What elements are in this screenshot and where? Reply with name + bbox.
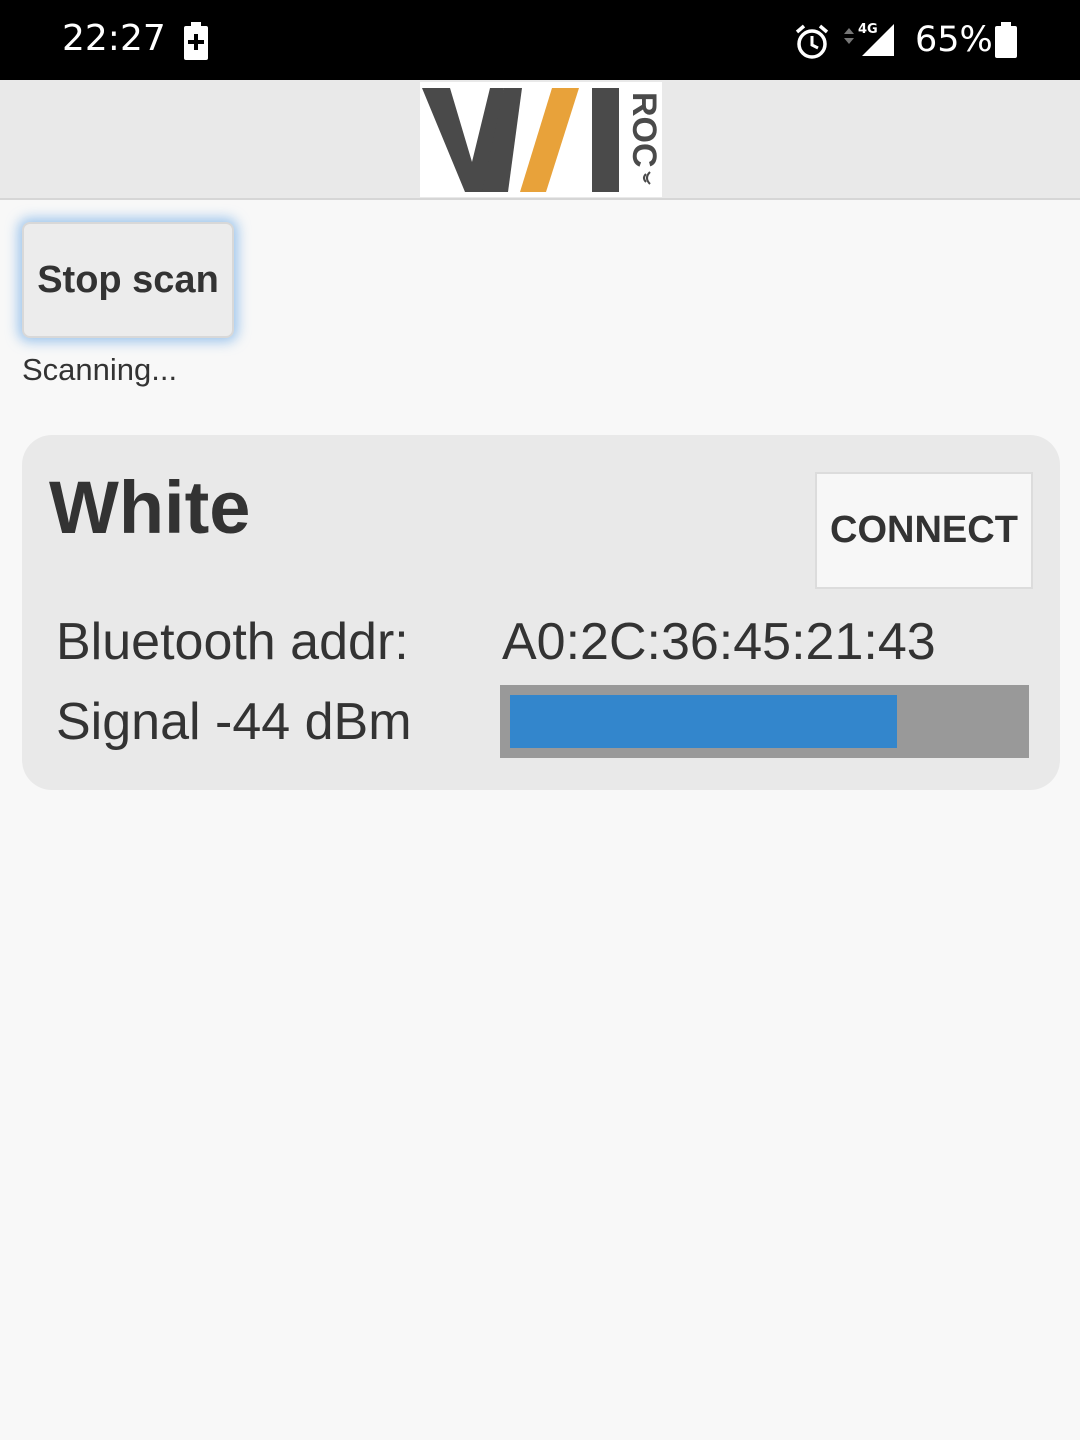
battery-charging-icon: [184, 22, 208, 65]
signal-strength-label: Signal -44 dBm: [56, 693, 412, 751]
scan-status-text: Scanning...: [22, 352, 178, 387]
bluetooth-addr-label: Bluetooth addr:: [56, 613, 409, 671]
bluetooth-addr-value: A0:2C:36:45:21:43: [502, 613, 936, 671]
connect-button[interactable]: CONNECT: [815, 472, 1033, 589]
app-header: ROC: [0, 80, 1080, 200]
device-name: White: [49, 466, 251, 549]
network-type-label: 4G: [858, 22, 878, 37]
status-bar: 22:27 4G 65%: [0, 0, 1080, 80]
signal-strength-fill: [510, 695, 897, 748]
stop-scan-button[interactable]: Stop scan: [22, 222, 234, 338]
signal-strength-bar: [500, 685, 1029, 758]
wiroc-logo: ROC: [420, 82, 663, 197]
logo-side-text: ROC: [625, 92, 662, 168]
alarm-icon: [794, 24, 830, 65]
signal-icon: 4G: [842, 20, 898, 65]
status-time: 22:27: [62, 18, 166, 59]
device-card: White CONNECT Bluetooth addr: A0:2C:36:4…: [22, 435, 1060, 790]
battery-icon: [995, 22, 1017, 63]
battery-percent: 65%: [915, 20, 993, 60]
